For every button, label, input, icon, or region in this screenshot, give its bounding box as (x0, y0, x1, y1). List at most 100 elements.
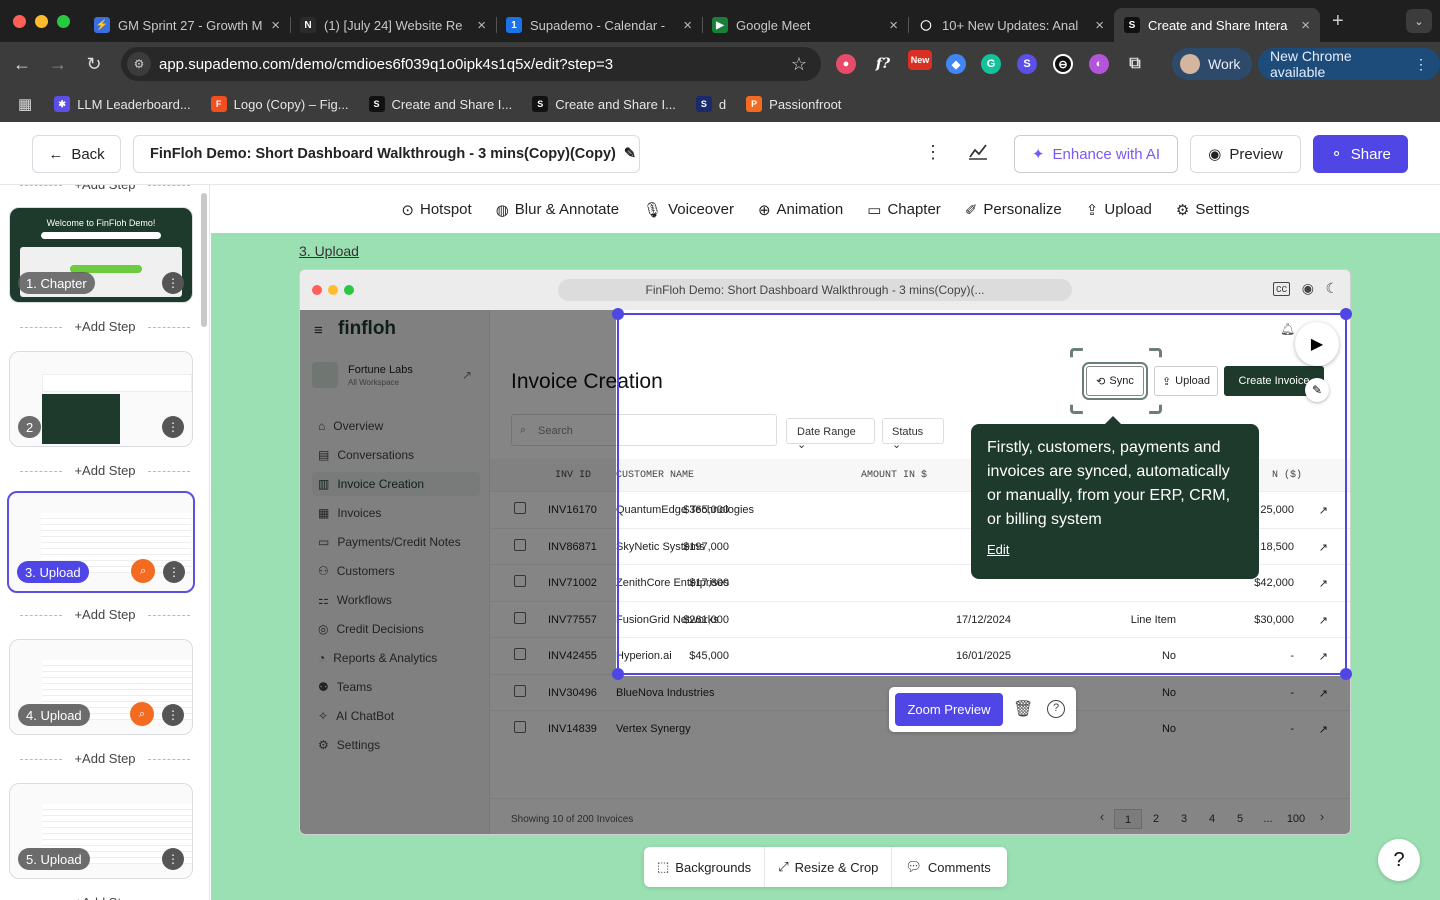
play-icon[interactable]: ▶ (1295, 322, 1339, 366)
browser-tab[interactable]: S Create and Share Intera × (1114, 8, 1320, 42)
zoom-window-button[interactable] (57, 14, 70, 28)
resize-handle[interactable] (612, 308, 624, 320)
extension-icon[interactable]: ◐ (1089, 54, 1109, 74)
forward-arrow-icon[interactable]: → (40, 54, 76, 75)
help-button[interactable]: ? (1378, 839, 1420, 881)
tool-personalize[interactable]: ✐ Personalize (965, 201, 1062, 219)
step-menu-icon[interactable]: ⋮ (162, 416, 184, 438)
tool-blur-annotate[interactable]: ◍ Blur & Annotate (496, 201, 619, 219)
pencil-icon[interactable]: ✎ (624, 146, 636, 162)
step-menu-icon[interactable]: ⋮ (163, 561, 185, 583)
grammarly-icon[interactable]: G (981, 54, 1001, 74)
browser-tab[interactable]: ▶ Google Meet × (702, 8, 908, 42)
tab-close-icon[interactable]: × (889, 17, 898, 34)
zoom-preview-button[interactable]: Zoom Preview (895, 693, 1003, 726)
share-label: Share (1350, 145, 1391, 163)
share-button[interactable]: ⚬ Share (1313, 135, 1408, 173)
bookmark-item[interactable]: S Create and Share I... (368, 96, 512, 112)
add-step-button[interactable]: +Add Step (20, 895, 190, 900)
extension-icon[interactable]: ⊖ (1053, 54, 1073, 74)
bookmark-item[interactable]: ✱ LLM Leaderboard... (54, 96, 191, 112)
resize-handle[interactable] (1340, 668, 1352, 680)
close-window-button[interactable] (13, 14, 26, 28)
hotspot-icon[interactable]: ⌕ (130, 702, 154, 726)
new-tab-button[interactable]: + (1332, 10, 1344, 33)
bookmark-item[interactable]: F Logo (Copy) – Fig... (210, 96, 349, 112)
browser-tab[interactable]: N (1) [July 24] Website Re × (290, 8, 496, 42)
bookmark-item[interactable]: P Passionfroot (746, 96, 841, 112)
browser-tab[interactable]: 1 Supademo - Calendar - × (496, 8, 702, 42)
supademo-extension-icon[interactable]: S (1017, 54, 1037, 74)
hotspot-icon[interactable]: ⌕ (131, 559, 155, 583)
resize-crop-button[interactable]: ⤢ Resize & Crop (765, 847, 893, 887)
step-label: 4. Upload (18, 704, 90, 726)
tool-upload[interactable]: ⇪ Upload (1086, 201, 1152, 219)
add-step-button[interactable]: +Add Step (20, 607, 190, 622)
puzzle-icon[interactable]: ⧉ (1125, 54, 1145, 74)
tool-voiceover[interactable]: 🎙︎ Voiceover (643, 201, 734, 219)
tab-close-icon[interactable]: × (271, 17, 280, 34)
resize-handle[interactable] (1340, 308, 1352, 320)
edit-pencil-icon[interactable]: ✎ (1305, 378, 1329, 402)
profile-button[interactable]: Work (1172, 48, 1253, 80)
demo-title-field[interactable]: FinFloh Demo: Short Dashboard Walkthroug… (133, 135, 640, 173)
tool-animation[interactable]: ⊕ Animation (758, 201, 843, 219)
browser-tab[interactable]: ◯ 10+ New Updates: Anal × (908, 8, 1114, 42)
step-label: 2 (18, 416, 42, 438)
tab-search-button[interactable]: ⌄ (1406, 9, 1432, 33)
tool-settings[interactable]: ⚙ Settings (1176, 201, 1250, 219)
ext-new-badge[interactable]: New (908, 50, 932, 70)
add-step-button[interactable]: +Add Step (20, 751, 190, 766)
add-step-button[interactable]: +Add Step (20, 185, 190, 192)
step-menu-icon[interactable]: ⋮ (162, 848, 184, 870)
step-caption: Welcome to FinFloh Demo! (46, 218, 156, 228)
extension-icon[interactable]: ◆ (946, 54, 966, 74)
frame-dot (328, 285, 338, 295)
minimize-window-button[interactable] (35, 14, 48, 28)
formula-extension-icon[interactable]: f? (873, 54, 893, 74)
step-thumbnail-2[interactable]: 2 ⋮ (9, 351, 193, 447)
add-step-button[interactable]: +Add Step (20, 463, 190, 478)
add-step-button[interactable]: +Add Step (20, 319, 190, 334)
tab-close-icon[interactable]: × (477, 17, 486, 34)
more-options-icon[interactable]: ⋮ (924, 142, 942, 163)
bookmark-item[interactable]: Sd (695, 96, 726, 112)
eye-icon[interactable]: ◉ (1302, 280, 1314, 297)
moon-icon[interactable]: ☾ (1325, 280, 1338, 297)
help-circle-icon[interactable]: ? (1047, 700, 1065, 718)
tab-close-icon[interactable]: × (683, 17, 692, 34)
address-bar[interactable]: ⚙ app.supademo.com/demo/cmdioes6f039q1o0… (121, 47, 821, 81)
step-thumbnail-4[interactable]: 4. Upload ⌕ ⋮ (9, 639, 193, 735)
browser-tab[interactable]: ⚡ GM Sprint 27 - Growth M × (84, 8, 290, 42)
back-arrow-icon[interactable]: ← (4, 54, 40, 75)
resize-handle[interactable] (612, 668, 624, 680)
step-thumbnail-1[interactable]: Welcome to FinFloh Demo! 1. Chapter ⋮ (9, 207, 193, 303)
backgrounds-button[interactable]: ⬚ Backgrounds (644, 847, 766, 887)
step-menu-icon[interactable]: ⋮ (162, 704, 184, 726)
comments-button[interactable]: 💬︎ Comments (892, 847, 1003, 887)
tool-chapter[interactable]: ▭ Chapter (867, 201, 941, 219)
tab-close-icon[interactable]: × (1095, 17, 1104, 34)
apps-grid-icon[interactable]: ▦ (18, 95, 32, 113)
extension-icon[interactable]: ● (836, 54, 856, 74)
bookmark-star-icon[interactable]: ☆ (791, 54, 807, 75)
trash-icon[interactable]: 🗑︎ (1013, 699, 1033, 719)
captions-icon[interactable]: cc (1273, 282, 1290, 296)
tab-close-icon[interactable]: × (1301, 17, 1310, 34)
step-thumbnail-5[interactable]: 5. Upload ⋮ (9, 783, 193, 879)
analytics-chart-icon[interactable] (968, 142, 988, 165)
enhance-with-ai-button[interactable]: ✦ Enhance with AI (1014, 135, 1178, 173)
step-menu-icon[interactable]: ⋮ (162, 272, 184, 294)
sidebar-scrollbar[interactable] (201, 193, 207, 327)
site-info-icon[interactable]: ⚙ (127, 52, 151, 76)
step-title[interactable]: 3. Upload (299, 243, 359, 259)
reload-icon[interactable]: ↻ (76, 54, 112, 75)
back-button[interactable]: ← Back (32, 135, 121, 173)
bookmark-item[interactable]: S Create and Share I... (532, 96, 676, 112)
preview-button[interactable]: ◉ Preview (1190, 135, 1301, 173)
update-chrome-button[interactable]: New Chrome available ⋮ (1258, 48, 1440, 80)
tool-hotspot[interactable]: ⊙ Hotspot (401, 201, 471, 219)
step-thumbnail-3[interactable]: 3. Upload ⌕ ⋮ (7, 491, 195, 593)
tooltip-edit-link[interactable]: Edit (987, 542, 1243, 557)
thumb-cards (42, 374, 192, 392)
